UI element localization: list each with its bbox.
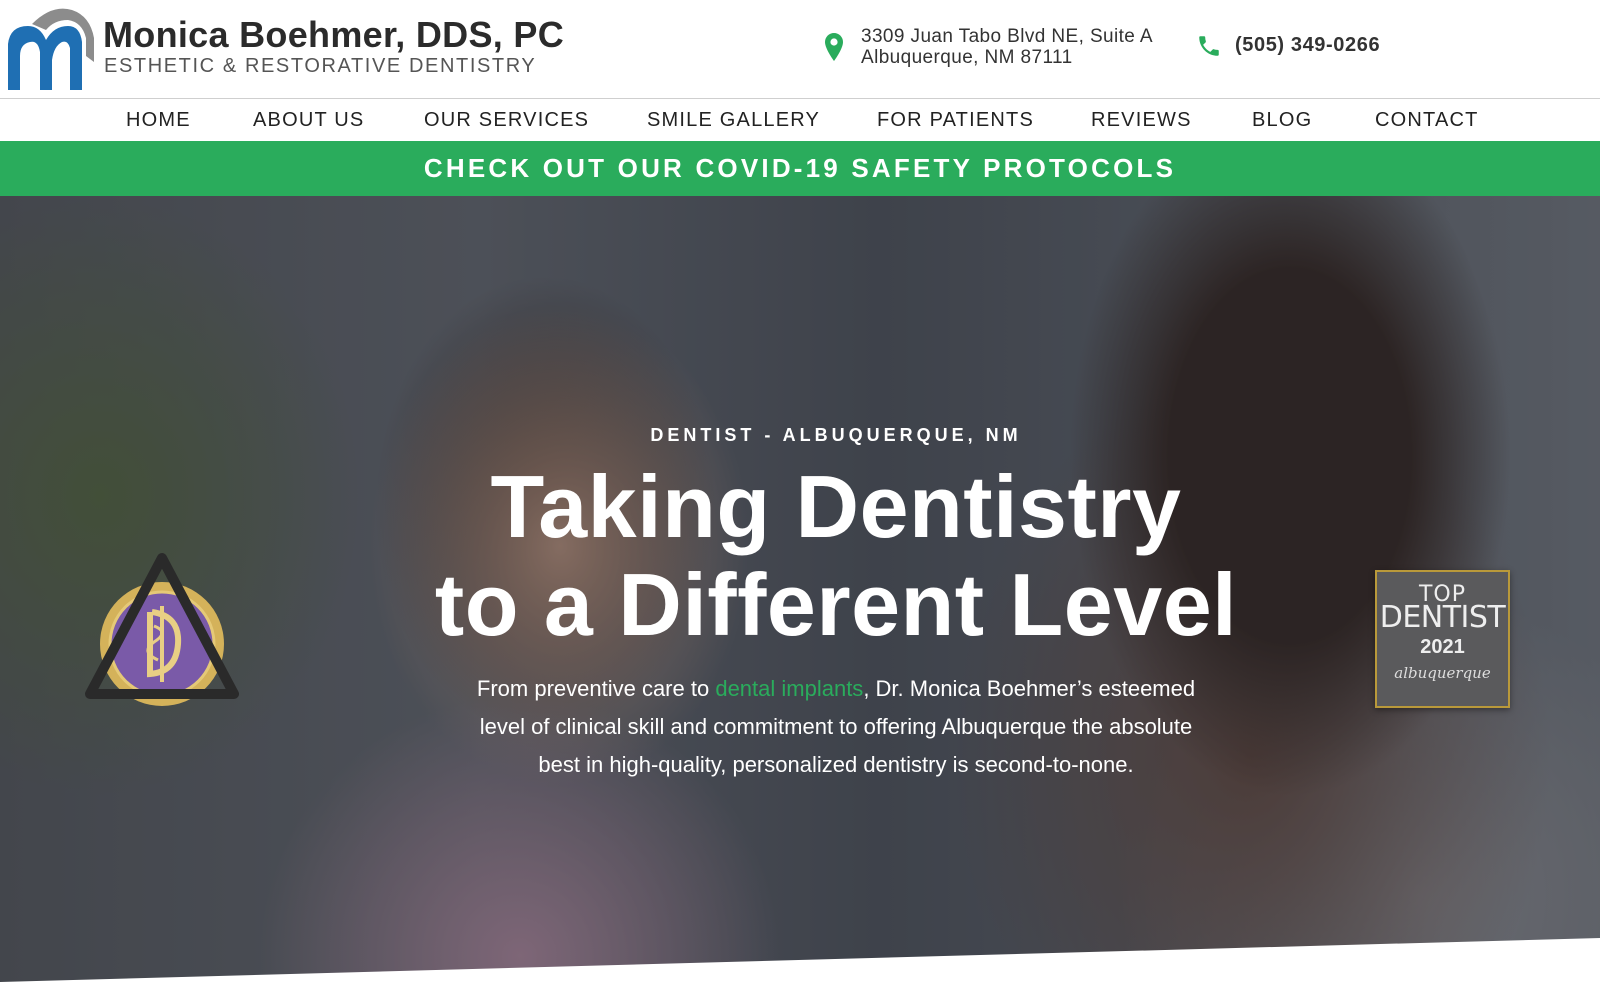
logo-icon[interactable]: [2, 4, 98, 94]
hero-kicker: DENTIST - ALBUQUERQUE, NM: [650, 425, 1022, 445]
hero-title-line2: to a Different Level: [434, 555, 1238, 654]
hero-section: DENTIST - ALBUQUERQUE, NM Taking Dentist…: [0, 196, 1600, 1000]
address[interactable]: 3309 Juan Tabo Blvd NE, Suite A Albuquer…: [861, 26, 1153, 68]
address-line2: Albuquerque, NM 87111: [861, 47, 1073, 68]
nav-item-for-patients[interactable]: FOR PATIENTS: [877, 109, 1034, 132]
map-pin-icon: [825, 33, 843, 61]
phone-number[interactable]: (505) 349-0266: [1235, 34, 1380, 57]
address-line1: 3309 Juan Tabo Blvd NE, Suite A: [861, 26, 1153, 47]
badge-publisher: albuquerque: [1394, 664, 1491, 682]
nav-item-blog[interactable]: BLOG: [1252, 109, 1312, 132]
hero-description: From preventive care to dental implants,…: [464, 670, 1208, 784]
main-nav: HOME ABOUT US OUR SERVICES SMILE GALLERY…: [0, 98, 1600, 141]
covid-banner-text: CHECK OUT OUR COVID-19 SAFETY PROTOCOLS: [423, 153, 1177, 183]
nav-item-home[interactable]: HOME: [126, 109, 191, 132]
phone-icon: [1199, 36, 1219, 56]
hero-title-line1: Taking Dentistry: [490, 457, 1182, 556]
covid-banner[interactable]: CHECK OUT OUR COVID-19 SAFETY PROTOCOLS: [0, 141, 1600, 196]
badge-year: 2021: [1420, 636, 1465, 658]
hero-bottom-divider: [0, 938, 1600, 1000]
hero-title: Taking Dentistry to a Different Level: [0, 458, 1600, 654]
top-dentist-2021-badge: TOP DENTIST 2021 albuquerque: [1375, 570, 1510, 708]
brand-name[interactable]: Monica Boehmer, DDS, PC: [103, 14, 564, 56]
nav-item-smile-gallery[interactable]: SMILE GALLERY: [647, 109, 820, 132]
hero-text-before: From preventive care to: [476, 676, 716, 701]
dental-implants-link[interactable]: dental implants: [715, 676, 863, 701]
nav-item-reviews[interactable]: REVIEWS: [1091, 109, 1192, 132]
site-header: Monica Boehmer, DDS, PC ESTHETIC & RESTO…: [0, 0, 1600, 98]
brand-tagline: ESTHETIC & RESTORATIVE DENTISTRY: [104, 55, 537, 77]
nav-item-our-services[interactable]: OUR SERVICES: [424, 109, 589, 132]
badge-dentist-label: DENTIST: [1379, 600, 1506, 635]
nav-item-contact[interactable]: CONTACT: [1375, 109, 1479, 132]
nav-item-about-us[interactable]: ABOUT US: [253, 109, 364, 132]
